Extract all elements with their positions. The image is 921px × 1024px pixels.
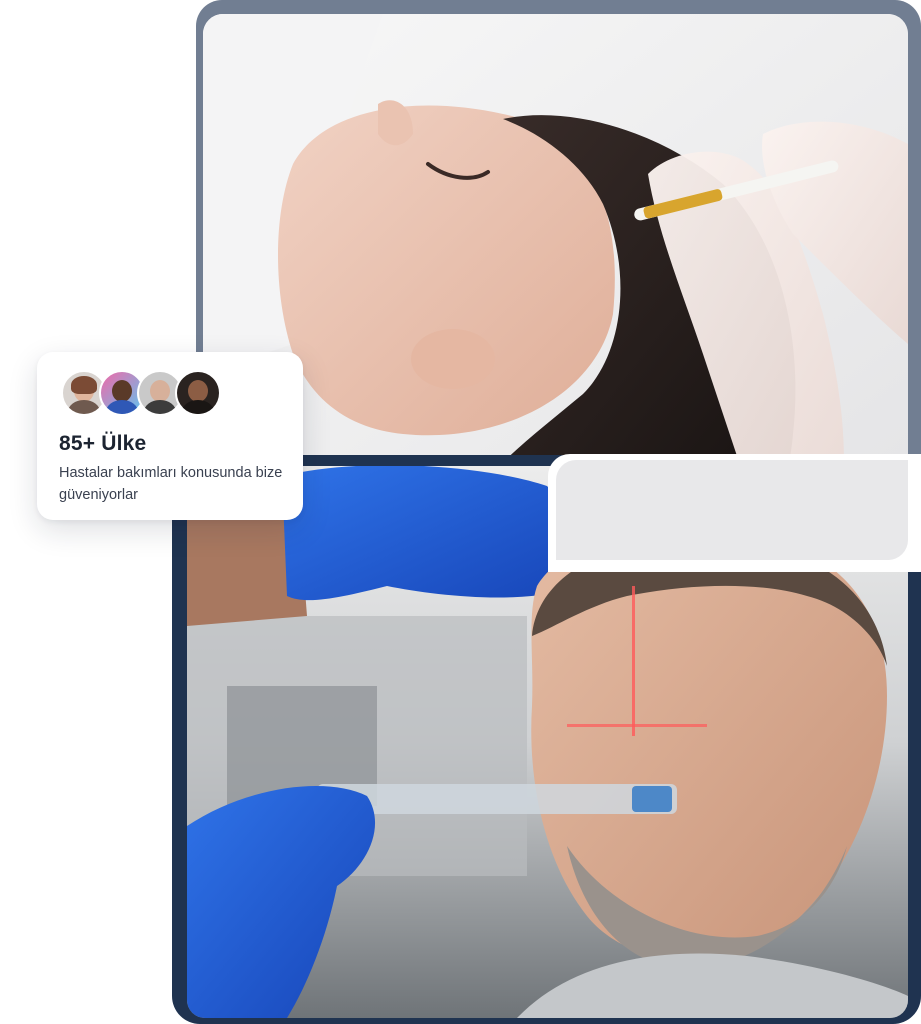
avatar-man-dark <box>175 370 221 416</box>
avatar-group <box>61 370 281 416</box>
stats-title: 85+ Ülke <box>59 432 147 455</box>
stats-card: 85+ Ülke Hastalar bakımları konusunda bi… <box>37 352 303 520</box>
stats-subtitle: Hastalar bakımları konusunda bize güveni… <box>59 465 283 503</box>
top-photo-notch-edge <box>556 460 908 560</box>
